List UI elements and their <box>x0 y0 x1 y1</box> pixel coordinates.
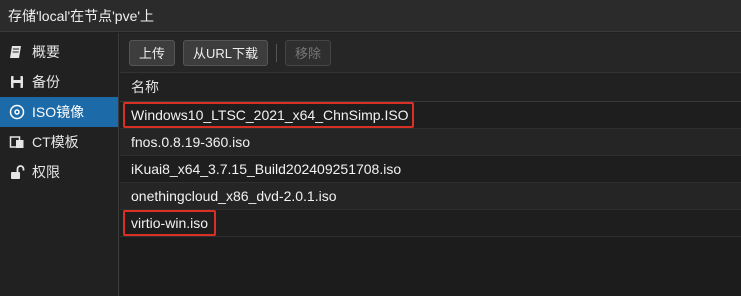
floppy-icon <box>8 73 26 91</box>
sidebar-item-summary[interactable]: 概要 <box>0 37 118 67</box>
file-name: iKuai8_x64_3.7.15_Build202409251708.iso <box>131 161 402 177</box>
sidebar-item-backup[interactable]: 备份 <box>0 67 118 97</box>
table-row[interactable]: Windows10_LTSC_2021_x64_ChnSimp.ISO <box>120 102 741 129</box>
sidebar-item-ct-templates[interactable]: CT模板 <box>0 127 118 157</box>
sidebar: 概要 备份 ISO镜像 CT模板 权限 <box>0 33 119 296</box>
sidebar-item-label: CT模板 <box>32 134 79 150</box>
sidebar-item-label: ISO镜像 <box>32 104 85 120</box>
iso-file-list: Windows10_LTSC_2021_x64_ChnSimp.ISO fnos… <box>120 102 741 237</box>
window-title-bar: 存储'local'在节点'pve'上 <box>0 0 741 32</box>
book-icon <box>8 43 26 61</box>
download-from-url-button[interactable]: 从URL下载 <box>183 39 269 66</box>
table-row[interactable]: fnos.0.8.19-360.iso <box>120 129 741 156</box>
file-name: fnos.0.8.19-360.iso <box>131 134 251 150</box>
toolbar-separator <box>276 43 278 62</box>
table-row[interactable]: onethingcloud_x86_dvd-2.0.1.iso <box>120 183 741 210</box>
remove-button[interactable]: 移除 <box>285 39 332 66</box>
unlock-icon <box>8 163 26 181</box>
upload-button[interactable]: 上传 <box>129 39 176 66</box>
sidebar-item-label: 概要 <box>32 44 60 60</box>
column-header-name[interactable]: 名称 <box>120 73 741 102</box>
sidebar-item-iso[interactable]: ISO镜像 <box>0 97 118 127</box>
toolbar: 上传 从URL下载 移除 <box>120 33 741 73</box>
sidebar-item-label: 权限 <box>32 164 60 180</box>
file-name: virtio-win.iso <box>131 215 209 231</box>
disc-icon <box>8 103 26 121</box>
file-name: onethingcloud_x86_dvd-2.0.1.iso <box>131 188 337 204</box>
column-header-label: 名称 <box>131 79 159 95</box>
main-panel: 上传 从URL下载 移除 名称 Windows10_LTSC_2021_x64_… <box>120 33 741 296</box>
file-name: Windows10_LTSC_2021_x64_ChnSimp.ISO <box>131 107 409 123</box>
sidebar-item-label: 备份 <box>32 74 60 90</box>
sidebar-item-permissions[interactable]: 权限 <box>0 157 118 187</box>
table-row[interactable]: virtio-win.iso <box>120 210 741 237</box>
page-title: 存储'local'在节点'pve'上 <box>8 7 155 24</box>
container-icon <box>8 133 26 151</box>
table-row[interactable]: iKuai8_x64_3.7.15_Build202409251708.iso <box>120 156 741 183</box>
